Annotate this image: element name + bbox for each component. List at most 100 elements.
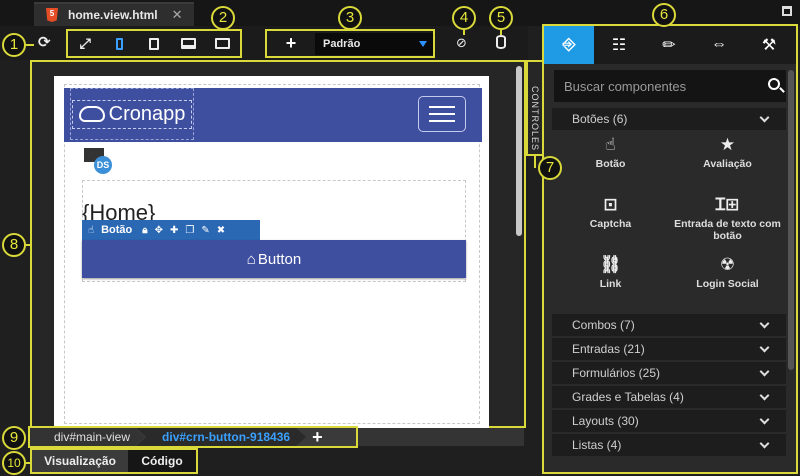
search-icon[interactable] bbox=[768, 78, 780, 90]
hide-eye-icon[interactable]: ⊘ bbox=[456, 35, 467, 51]
category-grades-tabelas[interactable]: Grades e Tabelas (4) bbox=[552, 386, 786, 408]
chevron-down-icon bbox=[759, 414, 770, 425]
hand-pointer-icon: ☝ bbox=[605, 135, 616, 154]
callout-10: 10 bbox=[2, 451, 26, 475]
ds-badge: DS bbox=[94, 156, 112, 174]
datasource-icon[interactable]: DS bbox=[84, 148, 112, 174]
tab-properties[interactable]: ✏ bbox=[644, 26, 694, 64]
database-icon[interactable] bbox=[496, 35, 506, 49]
tab-codigo[interactable]: Código bbox=[128, 450, 196, 472]
ide-window: 5 home.view.html ✕ ⟳ ⤢ + Padrão ⊘ Cronap… bbox=[0, 0, 800, 476]
social-login-icon: ☢ bbox=[719, 255, 736, 274]
chevron-down-icon bbox=[759, 390, 770, 401]
breadcrumb-filler bbox=[358, 428, 524, 446]
cloud-icon bbox=[78, 106, 105, 122]
controls-label: CONTROLES bbox=[530, 86, 540, 152]
style-select-value: Padrão bbox=[323, 37, 361, 50]
breadcrumb-item-button[interactable]: div#crn-button-918436 bbox=[136, 428, 307, 446]
desktop-view-button[interactable] bbox=[174, 33, 202, 55]
category-combos[interactable]: Combos (7) bbox=[552, 314, 786, 336]
delete-icon[interactable]: ✖ bbox=[217, 225, 225, 236]
add-icon[interactable]: ✚ bbox=[170, 225, 178, 236]
component-entrada-texto-botao[interactable]: Ɪ⊞ Entrada de texto com botão bbox=[669, 194, 786, 242]
category-listas[interactable]: Listas (4) bbox=[552, 434, 786, 456]
html5-icon: 5 bbox=[46, 8, 58, 22]
caret-down-icon bbox=[419, 40, 427, 47]
navbar[interactable]: Cronapp bbox=[64, 88, 482, 142]
style-select[interactable]: Padrão bbox=[315, 32, 433, 55]
tab-components[interactable]: ⎆ bbox=[544, 26, 594, 64]
mobile-view-button[interactable] bbox=[105, 33, 133, 55]
tab-visualizacao[interactable]: Visualização bbox=[32, 450, 128, 472]
category-entradas[interactable]: Entradas (21) bbox=[552, 338, 786, 360]
tablet-icon bbox=[149, 37, 160, 50]
monitor-icon bbox=[215, 38, 231, 49]
maximize-icon[interactable] bbox=[782, 6, 792, 16]
file-tab[interactable]: 5 home.view.html ✕ bbox=[34, 2, 194, 26]
canvas-button[interactable]: ⌂ Button bbox=[82, 240, 466, 278]
category-botoes[interactable]: Botões (6) bbox=[552, 108, 786, 130]
callout-8: 8 bbox=[2, 233, 26, 257]
category-formularios[interactable]: Formulários (25) bbox=[552, 362, 786, 384]
panel-tabs: ⎆ ☷ ✏ ⇔ ⚒ bbox=[544, 26, 796, 64]
component-captcha[interactable]: ⊡ Captcha bbox=[552, 194, 669, 230]
search-placeholder: Buscar componentes bbox=[564, 78, 687, 94]
lock-icon[interactable]: 🔒︎ bbox=[142, 225, 147, 236]
chevron-down-icon bbox=[759, 366, 770, 377]
canvas-scrollbar[interactable] bbox=[516, 66, 522, 236]
link-icon: ⛓ bbox=[599, 255, 622, 274]
callout-connector bbox=[463, 30, 465, 35]
callout-connector bbox=[26, 244, 32, 246]
tab-strip: 5 home.view.html ✕ bbox=[0, 0, 800, 26]
callout-9: 9 bbox=[2, 426, 26, 450]
chevron-down-icon bbox=[759, 438, 770, 449]
callout-connector bbox=[534, 154, 536, 168]
pencil-icon: ✏ bbox=[662, 37, 676, 54]
component-avaliacao[interactable]: ★ Avaliação bbox=[669, 134, 786, 170]
fullscreen-button[interactable]: ⤢ bbox=[71, 33, 99, 55]
callout-6: 6 bbox=[652, 3, 676, 27]
component-search-input[interactable]: Buscar componentes bbox=[554, 70, 786, 102]
components-icon: ⎆ bbox=[562, 36, 576, 53]
panel-scrollbar[interactable] bbox=[788, 70, 794, 370]
star-icon: ★ bbox=[719, 135, 736, 154]
logo-container[interactable]: Cronapp bbox=[70, 88, 194, 140]
components-panel: ⎆ ☷ ✏ ⇔ ⚒ Buscar componentes Botões (6) … bbox=[542, 24, 798, 474]
category-layouts[interactable]: Layouts (30) bbox=[552, 410, 786, 432]
tools-icon: ⚒ bbox=[761, 37, 777, 54]
add-style-button[interactable]: + bbox=[267, 33, 315, 54]
callout-5: 5 bbox=[489, 6, 513, 30]
move-icon[interactable]: ✥ bbox=[155, 225, 163, 236]
chevron-down-icon bbox=[759, 318, 770, 329]
hamburger-menu-button[interactable] bbox=[418, 96, 466, 132]
chevron-down-icon bbox=[759, 342, 770, 353]
component-botao[interactable]: ☝ Botão bbox=[552, 134, 669, 170]
breadcrumb: div#main-view div#crn-button-918436 + bbox=[28, 426, 358, 448]
callout-2: 2 bbox=[211, 6, 235, 30]
wide-view-button[interactable] bbox=[209, 33, 237, 55]
device-preview-group: ⤢ bbox=[66, 29, 242, 58]
close-icon[interactable]: ✕ bbox=[172, 7, 183, 23]
tab-tree[interactable]: ☷ bbox=[594, 26, 644, 64]
callout-connector bbox=[26, 44, 34, 46]
design-canvas: Cronapp DS {Home} ☝ Botão 🔒︎ ✥ ✚ ❐ ✎ ✖ ⌂… bbox=[30, 60, 526, 428]
tablet-view-button[interactable] bbox=[140, 33, 168, 55]
expand-icon: ⤢ bbox=[79, 35, 91, 51]
callout-connector bbox=[26, 462, 32, 464]
component-action-bar: ☝ Botão 🔒︎ ✥ ✚ ❐ ✎ ✖ bbox=[82, 220, 260, 240]
refresh-icon[interactable]: ⟳ bbox=[38, 33, 51, 51]
callout-3: 3 bbox=[338, 6, 362, 30]
callout-4: 4 bbox=[452, 6, 476, 30]
magic-wand-icon[interactable]: ✎ bbox=[201, 225, 209, 236]
component-login-social[interactable]: ☢ Login Social bbox=[669, 254, 786, 290]
breadcrumb-add-button[interactable]: + bbox=[312, 427, 323, 448]
style-group: + Padrão bbox=[265, 29, 435, 58]
copy-icon[interactable]: ❐ bbox=[185, 225, 194, 236]
callout-1: 1 bbox=[2, 33, 26, 57]
tab-tools[interactable]: ⚒ bbox=[744, 26, 794, 64]
component-link[interactable]: ⛓ Link bbox=[552, 254, 669, 290]
view-tabs: Visualização Código bbox=[30, 448, 198, 474]
tab-resize[interactable]: ⇔ bbox=[694, 26, 744, 64]
breadcrumb-item-main-view[interactable]: div#main-view bbox=[30, 428, 145, 446]
phone-icon bbox=[116, 37, 124, 50]
